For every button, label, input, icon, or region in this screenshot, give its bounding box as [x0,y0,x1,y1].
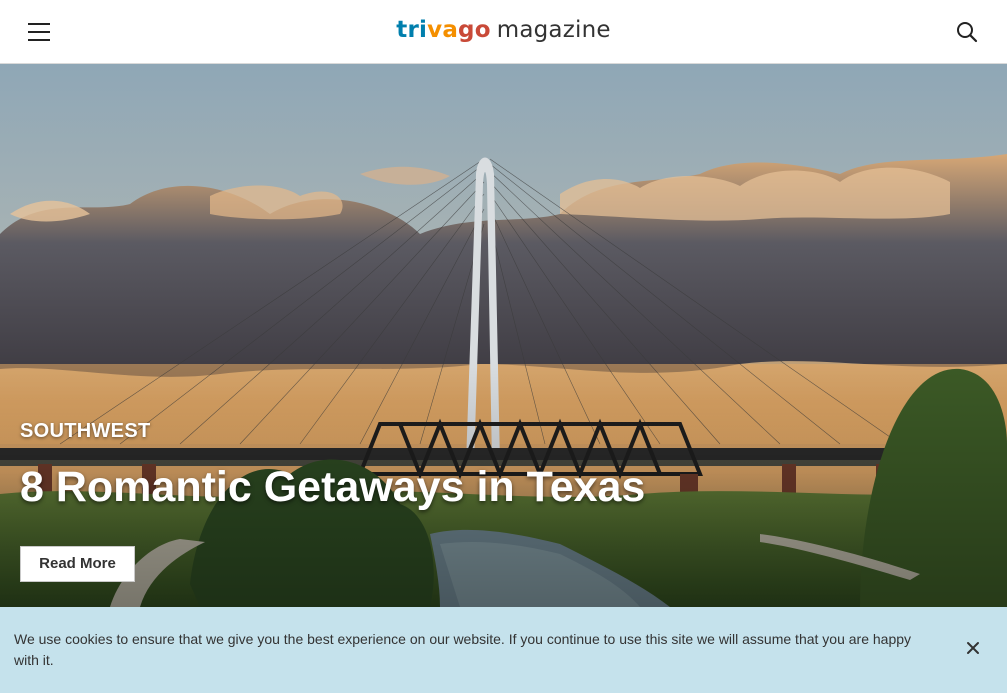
read-more-button[interactable]: Read More [20,546,135,582]
logo-subtitle: magazine [496,17,611,43]
article-category[interactable]: SOUTHWEST [20,420,150,443]
top-bar: trivago magazine [0,0,1007,64]
logo-brand: trivago [396,17,490,43]
cookie-banner: We use cookies to ensure that we give yo… [0,607,1007,693]
search-icon [957,22,978,43]
logo-brand-part-1: tri [396,17,428,43]
logo-brand-part-3: go [458,17,491,43]
search-button[interactable] [955,20,979,44]
site-logo[interactable]: trivago magazine [0,15,1007,45]
close-icon [967,642,979,654]
hero-banner[interactable]: SOUTHWEST 8 Romantic Getaways in Texas R… [0,64,1007,607]
hero-image [0,64,1007,607]
cookie-message: We use cookies to ensure that we give yo… [14,631,912,668]
cookie-close-button[interactable] [965,640,981,656]
article-title[interactable]: 8 Romantic Getaways in Texas [20,462,645,512]
logo-brand-part-2: va [427,17,459,43]
